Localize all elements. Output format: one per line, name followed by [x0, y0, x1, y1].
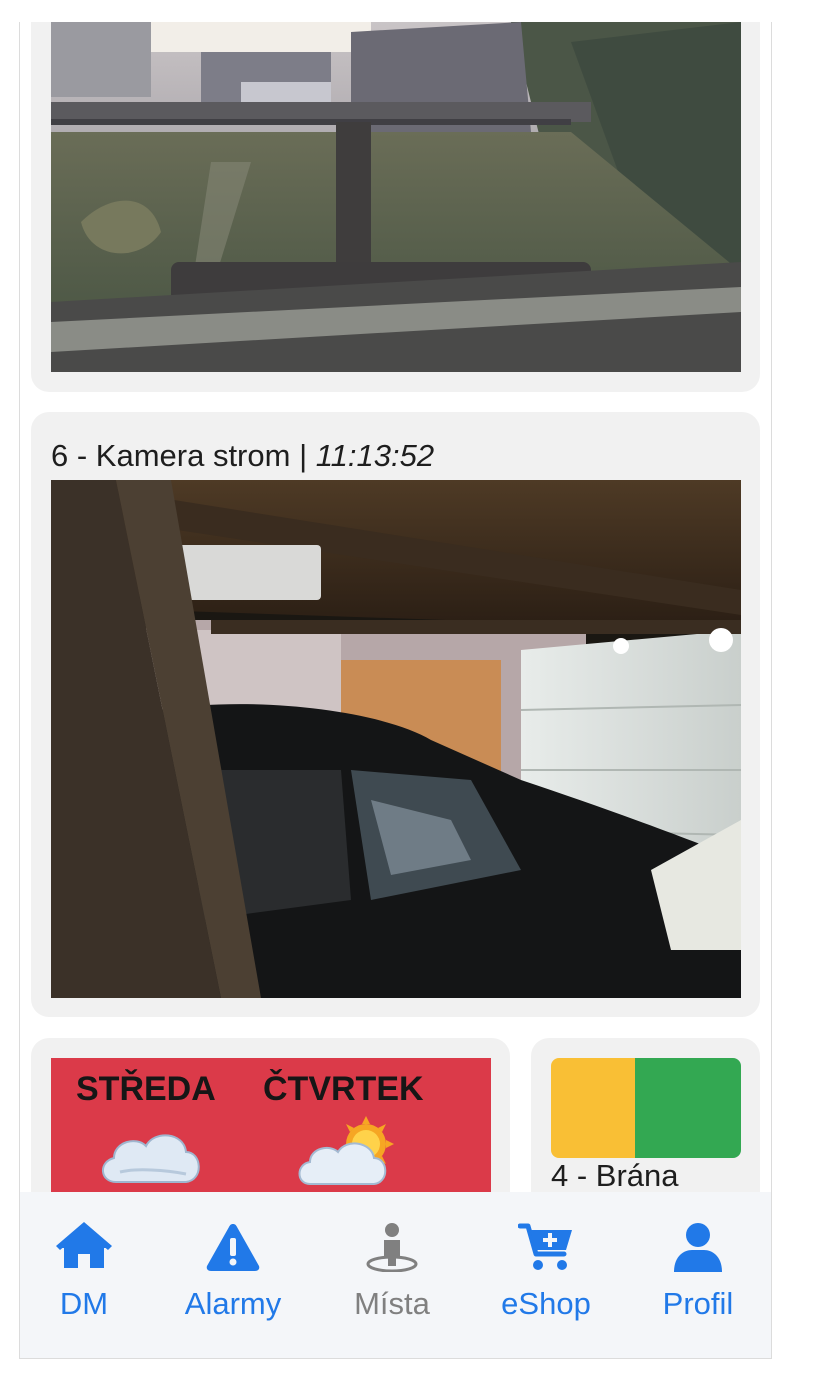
gate-label: 4 - Brána [551, 1158, 679, 1193]
tab-mista[interactable]: Místa [318, 1192, 466, 1358]
camera-timestamp: 11:13:52 [315, 438, 435, 473]
camera-feed-image[interactable] [51, 22, 741, 372]
cart-plus-icon [518, 1223, 572, 1270]
tab-dm[interactable]: DM [20, 1192, 148, 1358]
tab-label: DM [59, 1286, 109, 1321]
tab-label: Alarmy [184, 1286, 282, 1321]
warning-icon [206, 1224, 260, 1271]
gate-status-indicator[interactable] [551, 1058, 741, 1158]
home-icon [56, 1222, 112, 1268]
camera-card [31, 22, 760, 392]
person-pin-icon [366, 1223, 418, 1272]
tab-label: Místa [354, 1286, 430, 1321]
tab-label: Profil [662, 1286, 734, 1321]
sun-cloud-icon [298, 1116, 394, 1185]
tab-alarmy[interactable]: Alarmy [158, 1192, 308, 1358]
camera-title: 6 - Kamera strom | 11:13:52 [51, 438, 434, 474]
status-segment-yellow [551, 1058, 635, 1158]
tab-profil[interactable]: Profil [624, 1192, 771, 1358]
tab-label: eShop [501, 1286, 591, 1321]
title-separator: | [290, 438, 316, 473]
weather-day-label: STŘEDA [76, 1070, 216, 1108]
status-segment-green [635, 1058, 741, 1158]
camera-name: 6 - Kamera strom [51, 438, 291, 473]
weather-day-label: ČTVRTEK [263, 1070, 424, 1108]
app-screen: 6 - Kamera strom | 11:13:52 STŘEDA ČTVRT… [19, 22, 772, 1359]
camera-card: 6 - Kamera strom | 11:13:52 [31, 412, 760, 1017]
camera-feed-image[interactable] [51, 480, 741, 998]
cloud-icon [102, 1134, 200, 1183]
user-icon [674, 1223, 722, 1272]
bottom-tab-bar: DM Alarmy Místa eShop Profil [20, 1192, 771, 1358]
tab-eshop[interactable]: eShop [472, 1192, 620, 1358]
